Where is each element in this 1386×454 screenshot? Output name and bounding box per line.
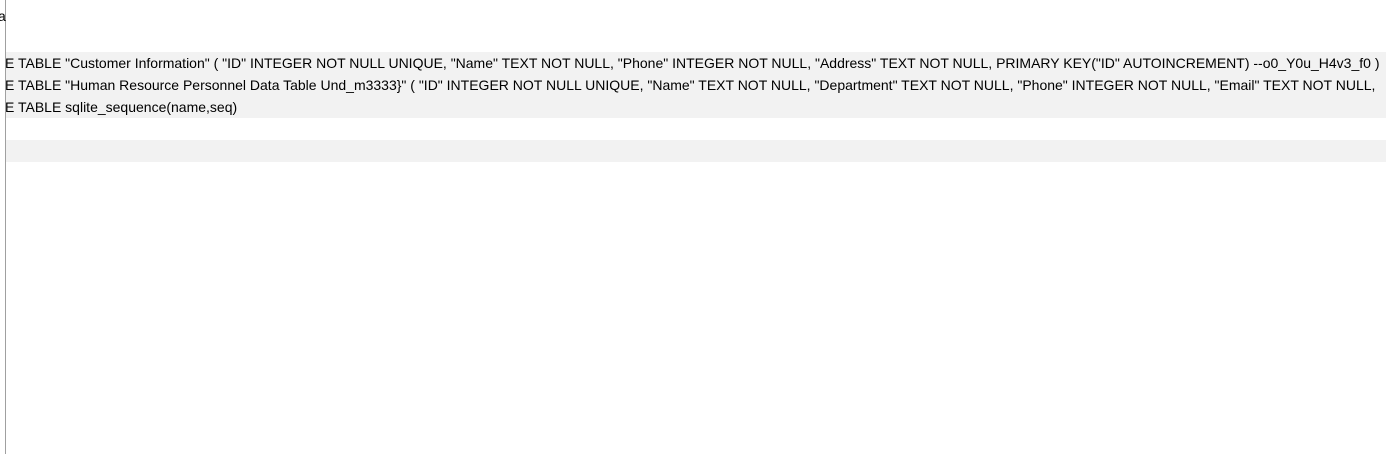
column-header-sql[interactable]: a: [0, 7, 40, 25]
table-row[interactable]: E TABLE sqlite_sequence(name,seq): [6, 96, 1386, 118]
table-row[interactable]: E TABLE "Customer Information" ( "ID" IN…: [6, 52, 1386, 74]
query-results-view: a E TABLE "Customer Information" ( "ID" …: [0, 0, 1386, 454]
table-row[interactable]: E TABLE "Human Resource Personnel Data T…: [6, 74, 1386, 96]
sql-cell[interactable]: E TABLE sqlite_sequence(name,seq): [6, 96, 237, 118]
results-grid: E TABLE "Customer Information" ( "ID" IN…: [6, 52, 1386, 162]
table-row[interactable]: [6, 140, 1386, 162]
table-row[interactable]: [6, 118, 1386, 140]
sql-cell[interactable]: E TABLE "Human Resource Personnel Data T…: [6, 74, 1375, 96]
sql-cell[interactable]: E TABLE "Customer Information" ( "ID" IN…: [6, 52, 1379, 74]
column-header-label: a: [0, 8, 6, 24]
